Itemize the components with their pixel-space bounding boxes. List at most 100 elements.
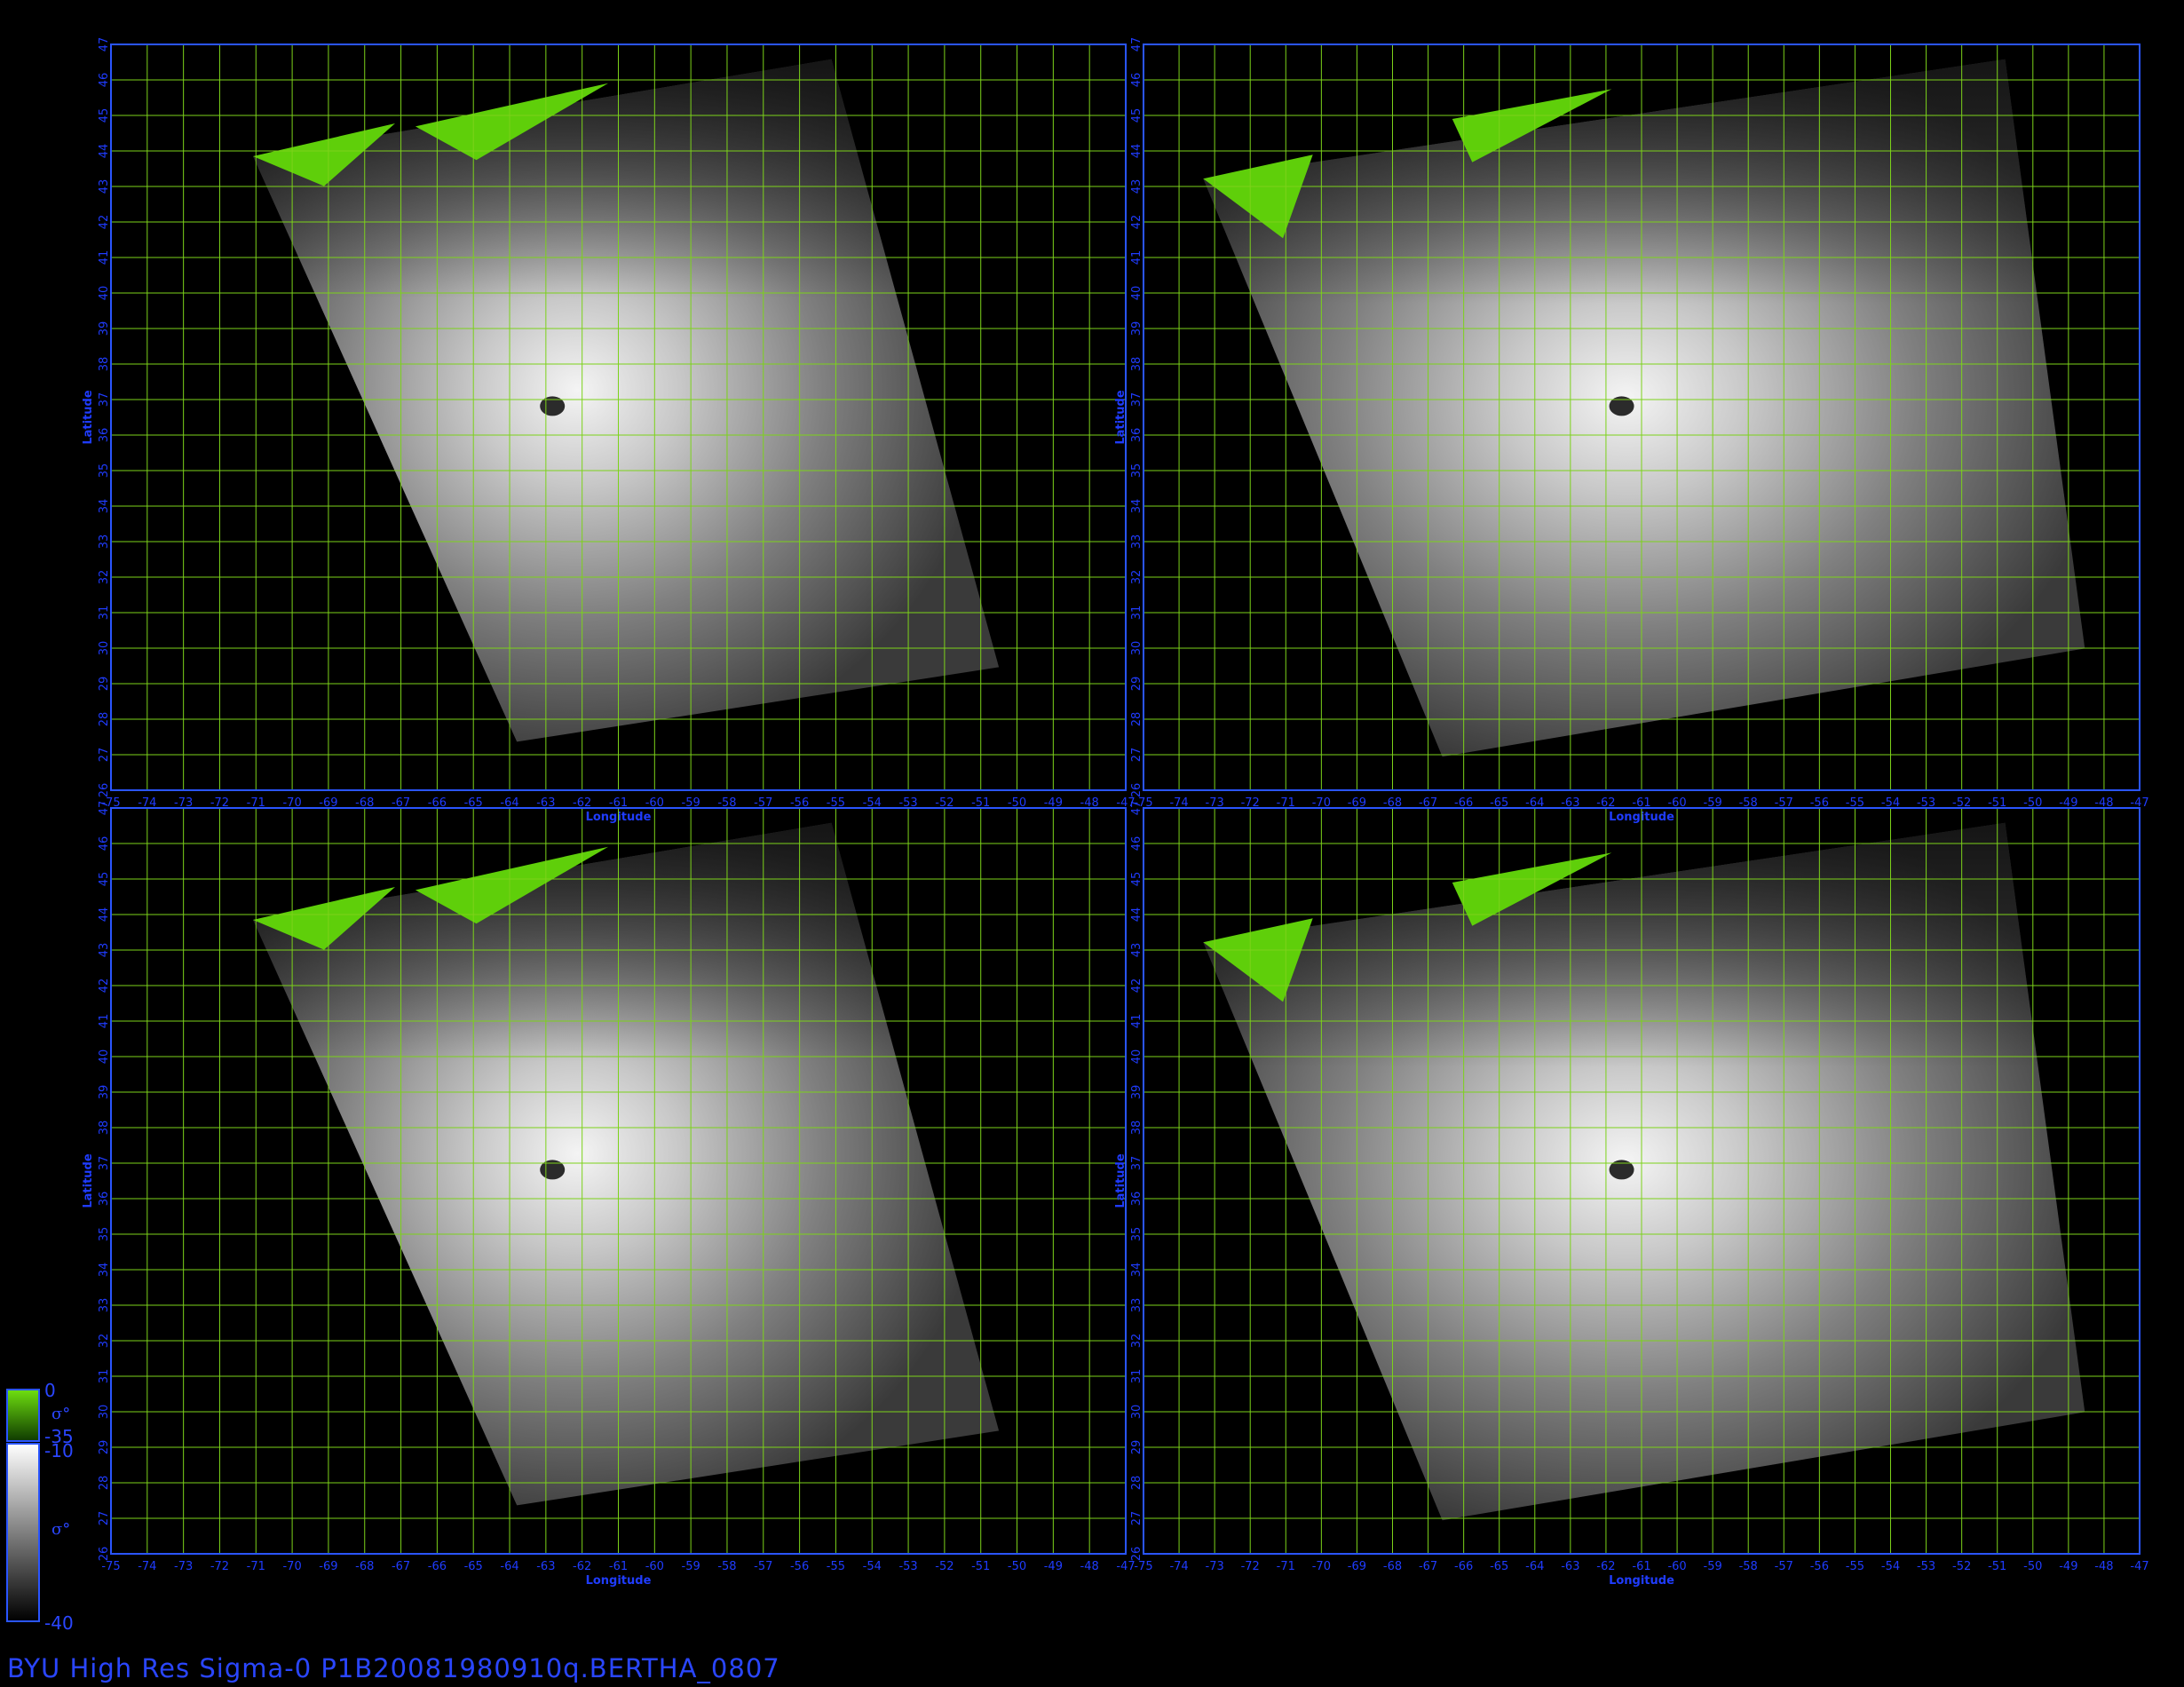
x-tick-label: -66: [428, 1560, 447, 1573]
x-tick-label: -58: [717, 1560, 736, 1573]
y-tick-label: 28: [1130, 1476, 1143, 1491]
x-tick-label: -64: [500, 1560, 518, 1573]
figure-footer-title: BYU High Res Sigma-0 P1B20081980910q.BER…: [7, 1653, 780, 1683]
y-tick-label: 46: [98, 73, 111, 88]
y-tick-label: 46: [98, 836, 111, 851]
y-tick-label: 34: [98, 499, 111, 514]
y-tick-label: 45: [1130, 108, 1143, 123]
x-tick-label: -67: [392, 1560, 410, 1573]
y-tick-label: 38: [98, 1121, 111, 1136]
x-tick-label: -56: [790, 1560, 809, 1573]
y-tick-label: 38: [98, 357, 111, 372]
y-tick-label: 39: [98, 321, 111, 337]
x-tick-label: -50: [2023, 1560, 2042, 1573]
y-tick-label: 42: [1130, 215, 1143, 230]
colorbar-ocean-swatch: [6, 1443, 40, 1622]
y-tick-label: 39: [1130, 1085, 1143, 1100]
y-tick-label: 40: [1130, 1049, 1143, 1065]
y-tick-label: 40: [98, 1049, 111, 1065]
x-tick-label: -60: [1667, 1560, 1686, 1573]
x-tick-label: -73: [1206, 1560, 1224, 1573]
colorbar-land-top-label: 0: [44, 1380, 56, 1401]
x-tick-label: -63: [1561, 1560, 1579, 1573]
y-axis-title: Latitude: [82, 1153, 95, 1208]
x-tick-label: -58: [1739, 1560, 1758, 1573]
colorbar-ocean-bottom-label: -40: [44, 1612, 74, 1634]
y-tick-label: 31: [1130, 606, 1143, 621]
panel-bottom-left: -75 -74 -73 -72 -71 -70 -69 -68 -67 -66 -65 -64 -63-…: [82, 801, 1136, 1588]
y-tick-label: 39: [98, 1085, 111, 1100]
y-tick-label: 29: [98, 677, 111, 692]
y-tick-label: 29: [1130, 1440, 1143, 1455]
y-tick-label: 47: [1130, 37, 1143, 52]
y-tick-label: 29: [1130, 677, 1143, 692]
x-tick-label: -65: [464, 1560, 483, 1573]
y-tick-label: 36: [98, 1192, 111, 1207]
y-tick-label: 45: [1130, 872, 1143, 887]
y-tick-label: 36: [1130, 1192, 1143, 1207]
x-tick-label: -63: [536, 1560, 555, 1573]
y-tick-label: 43: [98, 943, 111, 958]
y-tick-label: 45: [98, 872, 111, 887]
y-tick-label: 26: [1130, 783, 1143, 798]
y-tick-label: 38: [1130, 357, 1143, 372]
y-tick-label: 44: [1130, 907, 1143, 923]
x-tick-label: -57: [1775, 1560, 1793, 1573]
y-tick-label: 28: [98, 1476, 111, 1491]
y-tick-label: 46: [1130, 836, 1143, 851]
y-tick-label: 35: [1130, 463, 1143, 479]
x-tick-label: -61: [1632, 1560, 1650, 1573]
x-tick-label: -50: [1008, 1560, 1026, 1573]
x-axis-title: Longitude: [1609, 1574, 1674, 1588]
y-axis-title: Latitude: [1114, 1153, 1128, 1208]
y-tick-label: 35: [1130, 1227, 1143, 1242]
y-tick-label: 31: [98, 606, 111, 621]
y-tick-label: 30: [1130, 641, 1143, 656]
x-tick-label: -51: [971, 1560, 990, 1573]
x-tick-label: -69: [319, 1560, 337, 1573]
y-tick-label: 26: [98, 783, 111, 798]
x-tick-label: -70: [1312, 1560, 1331, 1573]
y-tick-label: 42: [1130, 978, 1143, 994]
panel-top-right: -75 -74 -73 -72 -71 -70 -69 -68 -67 -66 -65 -64 -63-…: [1114, 37, 2149, 824]
x-tick-label: -72: [210, 1560, 229, 1573]
x-tick-label: -55: [827, 1560, 845, 1573]
y-tick-label: 30: [1130, 1405, 1143, 1420]
y-tick-label: 47: [98, 37, 111, 52]
y-tick-label: 37: [98, 1156, 111, 1171]
y-tick-label: 32: [98, 570, 111, 585]
x-tick-label: -54: [863, 1560, 882, 1573]
y-tick-label: 39: [1130, 321, 1143, 337]
colorbar-ocean-top-label: -10: [44, 1440, 74, 1461]
x-tick-label: -47: [2130, 1560, 2148, 1573]
y-tick-label: 42: [98, 978, 111, 994]
y-tick-label: 35: [98, 463, 111, 479]
y-tick-label: 33: [98, 535, 111, 550]
x-tick-label: -70: [282, 1560, 301, 1573]
y-tick-label: 27: [1130, 748, 1143, 763]
y-tick-label: 31: [1130, 1369, 1143, 1384]
y-tick-label: 41: [1130, 1014, 1143, 1029]
colorbar: 0 σ° -35 -10 σ° -40: [5, 1380, 94, 1634]
x-tick-label: -74: [138, 1560, 156, 1573]
y-tick-label: 29: [98, 1440, 111, 1455]
x-tick-label: -55: [1846, 1560, 1864, 1573]
x-tick-label: -62: [1596, 1560, 1615, 1573]
panel-bottom-right: -75 -74 -73 -72 -71 -70 -69 -68 -67 -66 -65 -64 -63-…: [1114, 801, 2149, 1588]
x-tick-label: -65: [1490, 1560, 1508, 1573]
y-tick-label: 37: [1130, 1156, 1143, 1171]
y-tick-label: 42: [98, 215, 111, 230]
swath-shading: [1203, 59, 2085, 757]
y-tick-label: 43: [98, 179, 111, 194]
y-axis-title: Latitude: [1114, 390, 1128, 445]
x-tick-label: -68: [1383, 1560, 1402, 1573]
y-tick-label: 36: [1130, 428, 1143, 443]
colorbar-ocean-symbol: σ°: [51, 1520, 71, 1539]
y-tick-label: 33: [1130, 1298, 1143, 1313]
y-tick-label: 34: [1130, 1263, 1143, 1278]
x-tick-label: -73: [174, 1560, 193, 1573]
y-tick-label: 33: [1130, 535, 1143, 550]
y-tick-label: 45: [98, 108, 111, 123]
x-tick-label: -62: [573, 1560, 591, 1573]
x-tick-label: -74: [1169, 1560, 1188, 1573]
